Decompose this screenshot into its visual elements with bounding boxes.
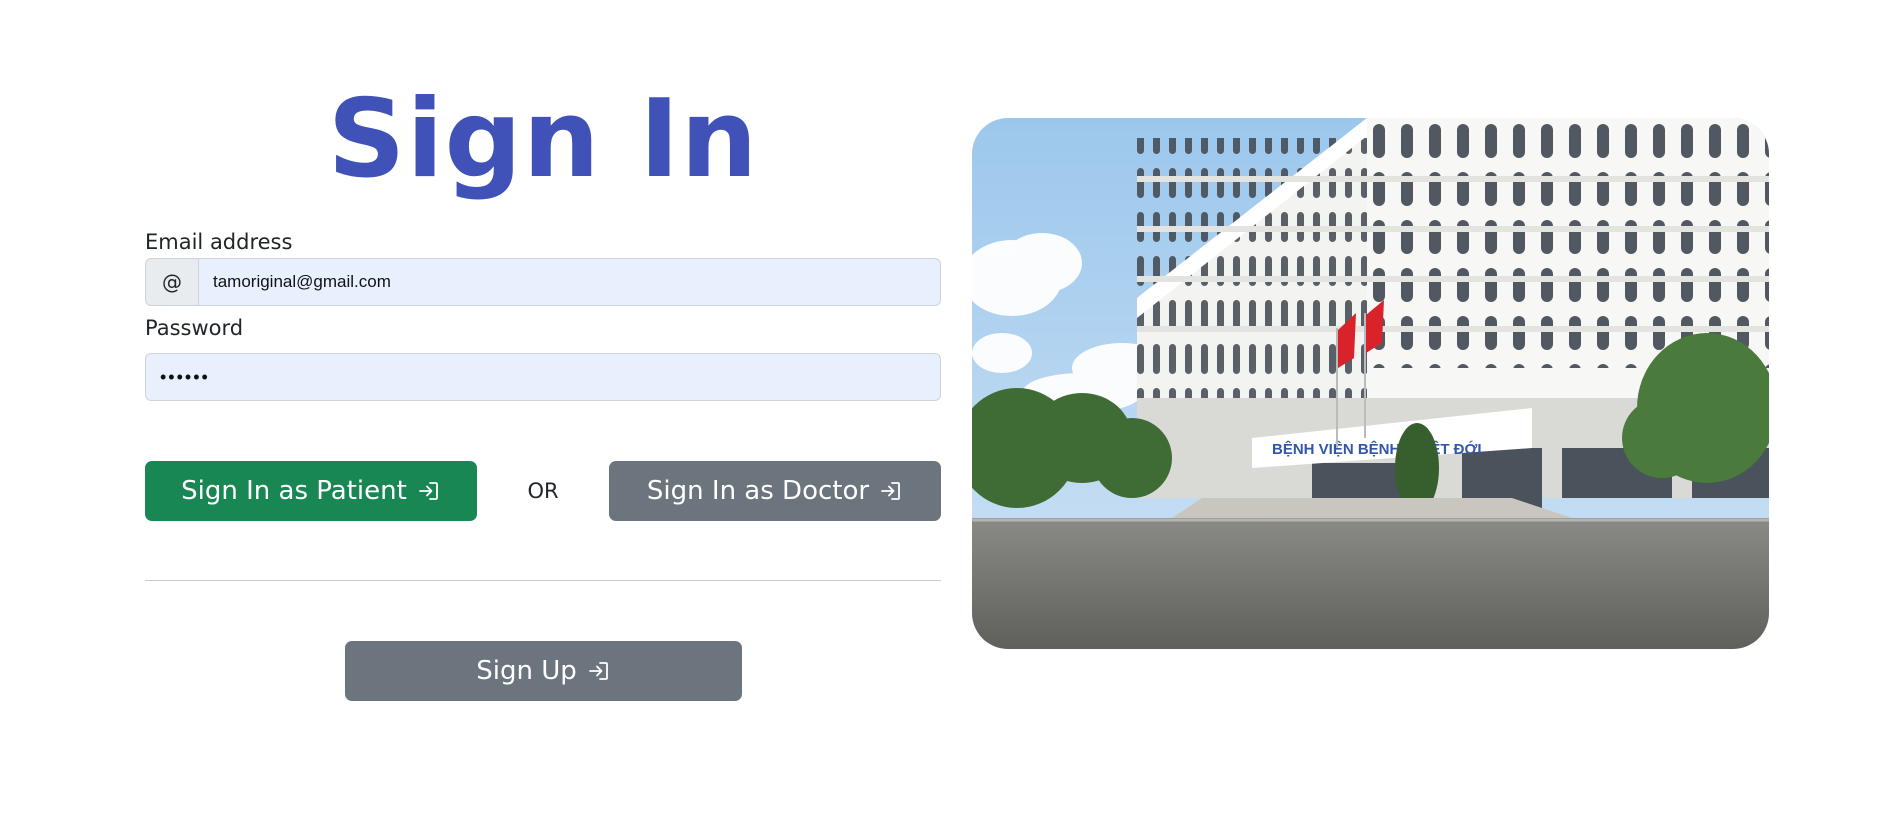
sign-in-patient-button[interactable]: Sign In as Patient <box>145 461 477 521</box>
sign-in-form: Sign In Email address @ tamoriginal@gmai… <box>145 0 941 818</box>
box-arrow-in-right-icon <box>417 479 441 503</box>
divider <box>145 580 941 581</box>
email-prefix: @ <box>145 258 198 306</box>
password-field[interactable]: •••••• <box>145 353 941 401</box>
password-label: Password <box>145 316 244 340</box>
email-input-group: @ tamoriginal@gmail.com <box>145 258 941 306</box>
email-label: Email address <box>145 230 293 254</box>
hospital-sign-text: BỆNH VIỆN BỆNH NHIỆT ĐỚI <box>1272 440 1481 458</box>
or-separator: OR <box>527 479 559 503</box>
sign-in-page: Sign In Email address @ tamoriginal@gmai… <box>0 0 1892 818</box>
email-field[interactable]: tamoriginal@gmail.com <box>198 258 941 306</box>
sign-up-label: Sign Up <box>476 656 577 686</box>
sign-up-button[interactable]: Sign Up <box>345 641 742 701</box>
box-arrow-in-right-icon <box>879 479 903 503</box>
box-arrow-in-right-icon <box>587 659 611 683</box>
sign-in-doctor-button[interactable]: Sign In as Doctor <box>609 461 941 521</box>
sign-in-patient-label: Sign In as Patient <box>181 476 407 506</box>
page-title: Sign In <box>327 77 759 202</box>
hospital-photo: BỆNH VIỆN BỆNH NHIỆT ĐỚI <box>972 118 1769 649</box>
sign-in-doctor-label: Sign In as Doctor <box>646 476 870 506</box>
